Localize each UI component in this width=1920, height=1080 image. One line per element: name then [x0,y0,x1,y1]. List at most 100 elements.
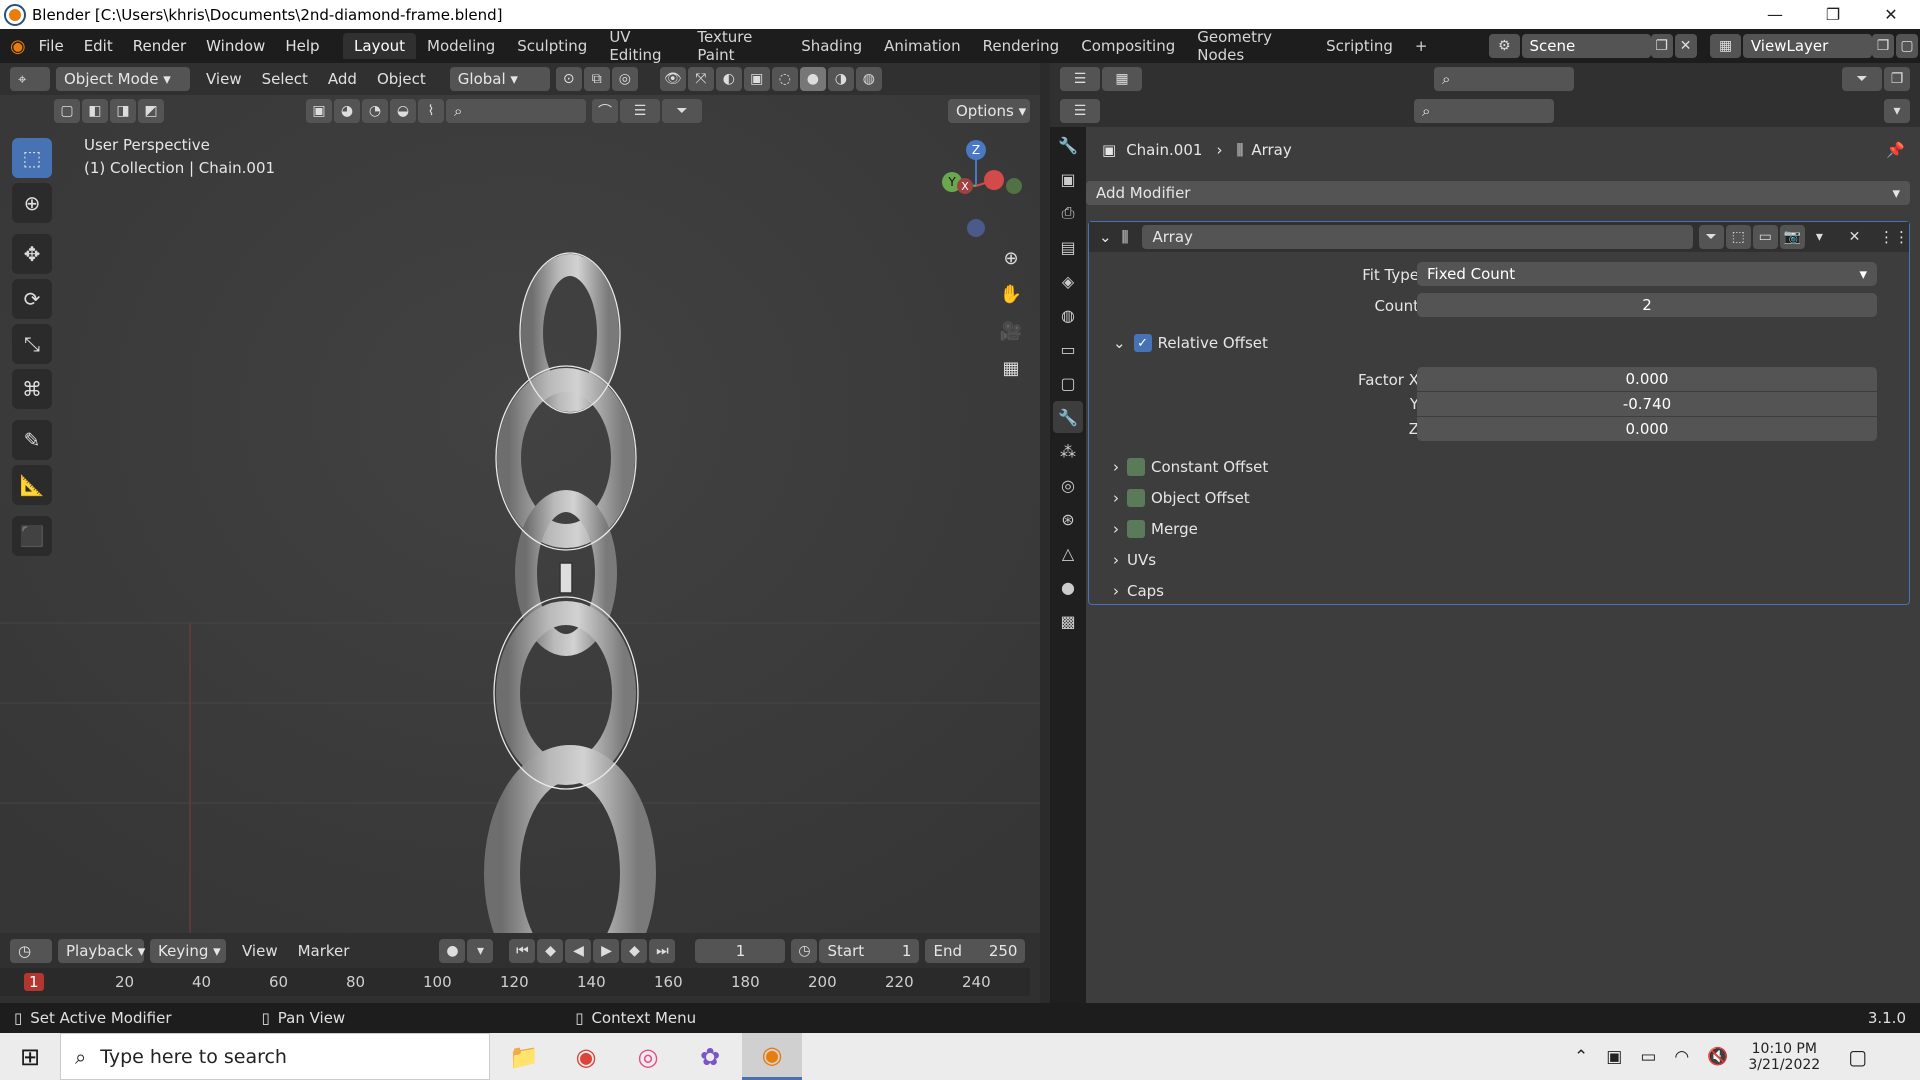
proportional-edit-icon[interactable]: ◎ [611,67,638,91]
collapse-icon[interactable]: ⌄ [1099,228,1112,246]
close-button[interactable]: ✕ [1862,0,1920,29]
vp-menu-select[interactable]: Select [252,70,318,88]
volume-muted-icon[interactable]: 🔇 [1707,1047,1728,1067]
select-mode-new-icon[interactable]: ▢ [54,99,80,123]
meet-now-icon[interactable]: ▣ [1606,1047,1622,1067]
next-keyframe-icon[interactable]: ◆ [621,939,648,963]
timer-icon[interactable]: ◷ [791,939,818,963]
properties-options-icon[interactable]: ▾ [1884,99,1910,123]
scene-field[interactable]: Scene [1521,34,1651,58]
object-offset-checkbox[interactable] [1127,489,1145,507]
object-offset-row[interactable]: › Object Offset [1113,489,1250,507]
factor-x-field[interactable]: 0.000 [1417,367,1877,391]
xray-icon[interactable]: ▣ [743,67,770,91]
physics-tab-icon[interactable]: ◎ [1053,469,1083,501]
new-collection-icon[interactable]: ❐ [1884,67,1910,91]
zoom-icon[interactable]: ⊕ [996,243,1026,273]
render-icon[interactable]: 📷 [1779,225,1805,249]
prev-keyframe-icon[interactable]: ◆ [537,939,564,963]
add-modifier-dropdown[interactable]: Add Modifier ▾ [1086,181,1910,205]
chrome-icon[interactable]: ◉ [556,1033,616,1080]
gizmo-toggle-icon[interactable]: ⤧ [687,67,714,91]
battery-icon[interactable]: ▭ [1640,1047,1656,1067]
merge-checkbox[interactable] [1127,520,1145,538]
blender-taskbar-icon[interactable]: ◉ [742,1033,802,1080]
new-view-layer-icon[interactable]: ❐ [1872,34,1895,58]
tab-scripting[interactable]: Scripting [1315,33,1404,59]
play-icon[interactable]: ▶ [593,939,620,963]
edit-mode-icon[interactable]: ⬚ [1725,225,1751,249]
merge-row[interactable]: › Merge [1113,520,1198,538]
notifications-icon[interactable]: ▢ [1848,1045,1867,1069]
menu-window[interactable]: Window [196,37,275,55]
filter-material-icon[interactable]: ◔ [362,99,388,123]
scene-selector-icon[interactable]: ⚙ [1489,34,1520,58]
orientation-dropdown[interactable]: Global ▾ [449,67,550,91]
snap-icon[interactable]: ⧉ [583,67,610,91]
view-layer-tab-icon[interactable]: ▤ [1053,231,1083,263]
filter-icon[interactable]: ⏷ [662,99,702,123]
fit-type-dropdown[interactable]: Fixed Count ▾ [1417,262,1877,286]
modifier-tab-icon[interactable]: 🔧 [1053,401,1083,433]
creative-cloud-icon[interactable]: ◎ [618,1033,678,1080]
move-tool-icon[interactable]: ✥ [12,234,52,274]
material-tab-icon[interactable]: ● [1053,571,1083,603]
particles-tab-icon[interactable]: ⁂ [1053,435,1083,467]
clock[interactable]: 10:10 PM 3/21/2022 [1748,1041,1820,1073]
scene-tab-icon[interactable]: ◈ [1053,265,1083,297]
texture-tab-icon[interactable]: ▩ [1053,605,1083,637]
app-icon[interactable]: ✿ [680,1033,740,1080]
vp-menu-view[interactable]: View [196,70,252,88]
restore-button[interactable]: ❐ [1804,0,1862,29]
data-tab-icon[interactable]: △ [1053,537,1083,569]
show-hidden-icon[interactable]: ⌃ [1574,1047,1588,1067]
pivot-icon[interactable]: ⊙ [555,67,582,91]
chevron-right-icon[interactable]: › [1113,458,1119,476]
factor-y-field[interactable]: -0.740 [1417,392,1877,416]
network-icon[interactable]: ◠ [1674,1047,1689,1067]
pan-hand-icon[interactable]: ✋ [996,279,1026,309]
outliner-editor-icon[interactable]: ☰ [1060,67,1100,91]
object-tab-icon[interactable]: ▢ [1053,367,1083,399]
jump-start-icon[interactable]: ⏮ [509,939,536,963]
end-frame-field[interactable]: End 250 [925,939,1026,963]
windows-start-icon[interactable]: ⊞ [0,1043,60,1071]
delete-scene-icon[interactable]: ✕ [1674,34,1697,58]
properties-editor-icon[interactable]: ☰ [1060,99,1100,123]
view-layer-field[interactable]: ViewLayer [1742,34,1873,58]
drag-handle-icon[interactable]: ⋮⋮ [1879,228,1909,246]
start-frame-field[interactable]: Start 1 [819,939,920,963]
tab-modeling[interactable]: Modeling [416,33,506,59]
menu-file[interactable]: File [29,37,74,55]
count-field[interactable]: 2 [1417,293,1877,317]
ortho-grid-icon[interactable]: ▦ [996,353,1026,383]
frame-ruler[interactable]: 1 20 40 60 80 100 120 140 160 180 200 220 240 [0,968,1030,996]
modifier-menu-icon[interactable]: ▾ [1807,225,1832,249]
options-dropdown[interactable]: Options ▾ [948,99,1030,123]
minimize-button[interactable]: — [1746,0,1804,29]
outliner-search-input[interactable]: ⌕ [1434,67,1574,91]
tab-geometry-nodes[interactable]: Geometry Nodes [1186,28,1315,64]
add-cube-tool-icon[interactable]: ⬛ [12,516,52,556]
menu-edit[interactable]: Edit [74,37,123,55]
relative-offset-checkbox[interactable]: ✓ [1133,334,1152,352]
measure-tool-icon[interactable]: 📐 [12,465,52,505]
new-scene-icon[interactable]: ❐ [1650,34,1673,58]
tab-animation[interactable]: Animation [873,33,971,59]
timeline-editor-icon[interactable]: ◷ [10,939,52,963]
play-reverse-icon[interactable]: ◀ [565,939,592,963]
current-frame-field[interactable]: 1 [695,939,786,963]
select-mode-extend-icon[interactable]: ◧ [82,99,108,123]
transform-tool-icon[interactable]: ⌘ [12,369,52,409]
vp-menu-add[interactable]: Add [318,70,367,88]
3d-viewport[interactable]: User Perspective (1) Collection | Chain.… [0,63,1040,933]
file-explorer-icon[interactable]: 📁 [494,1033,554,1080]
output-tab-icon[interactable]: ⎙ [1053,197,1083,229]
tab-shading[interactable]: Shading [790,33,873,59]
tab-rendering[interactable]: Rendering [972,33,1071,59]
cursor-tool-icon[interactable]: ⊕ [12,183,52,223]
viewport-search-input[interactable]: ⌕ [446,99,586,123]
chevron-right-icon[interactable]: › [1113,551,1119,569]
display-mode-icon[interactable]: ▦ [1102,67,1142,91]
timeline-view-menu[interactable]: View [232,942,288,960]
